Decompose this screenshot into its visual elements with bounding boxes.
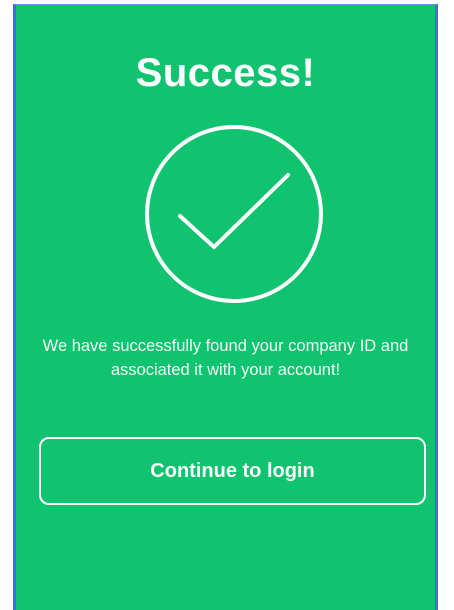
page-title: Success!: [135, 51, 316, 95]
check-mark: [178, 173, 290, 249]
check-circle-icon: [145, 125, 323, 303]
check-circle-ring: [145, 125, 323, 303]
success-message: We have successfully found your company …: [42, 337, 409, 379]
success-screen: Success! We have successfully found your…: [13, 4, 438, 610]
continue-to-login-button[interactable]: Continue to login: [39, 437, 426, 505]
